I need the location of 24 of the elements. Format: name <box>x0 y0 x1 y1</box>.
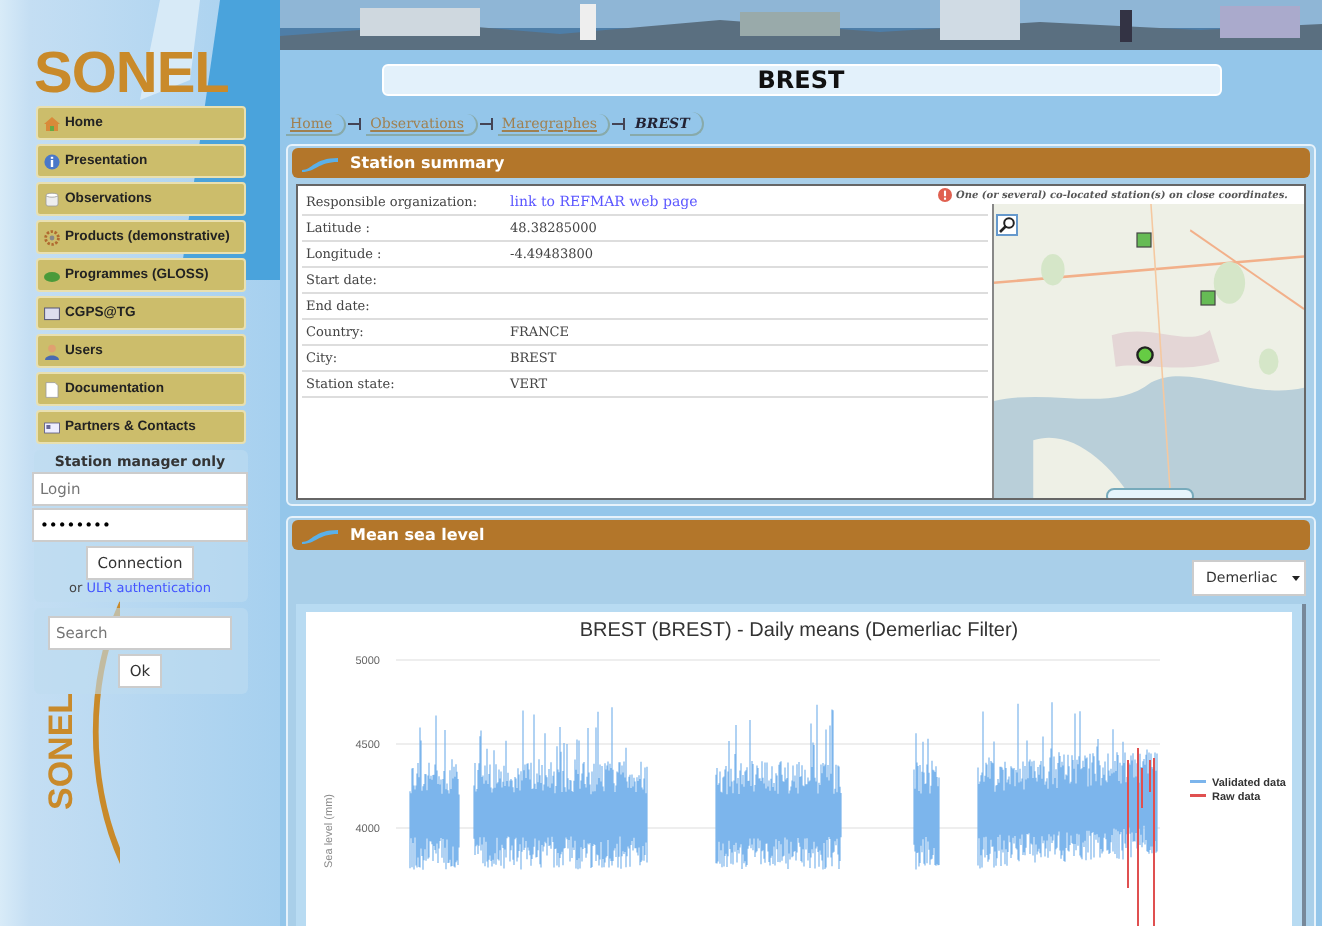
zoom-icon[interactable] <box>996 214 1018 236</box>
page-title: BREST <box>381 64 1221 96</box>
caret-icon <box>1292 574 1300 582</box>
wave-icon <box>302 527 338 543</box>
monitor-icon <box>43 305 59 321</box>
separator-icon <box>612 116 629 132</box>
info-icon <box>43 153 59 169</box>
station-marker[interactable] <box>1136 346 1154 364</box>
document-icon <box>43 381 59 397</box>
gear-icon <box>43 229 59 245</box>
separator-icon <box>348 116 365 132</box>
panel-title: Mean sea level <box>350 526 485 544</box>
separator-icon <box>479 116 496 132</box>
chart-title: BREST (BREST) - Daily means (Demerliac Filter) <box>579 620 1019 642</box>
leaf-icon <box>43 267 59 283</box>
station-marker[interactable] <box>1136 232 1152 248</box>
home-icon <box>43 115 59 131</box>
side-logo-text: SONEL <box>44 692 78 810</box>
card-icon <box>43 419 59 435</box>
user-icon <box>43 343 59 359</box>
station-marker[interactable] <box>1200 290 1216 306</box>
wave-icon <box>302 155 338 171</box>
panel-title: Station summary <box>350 154 505 172</box>
cylinder-icon <box>43 191 59 207</box>
